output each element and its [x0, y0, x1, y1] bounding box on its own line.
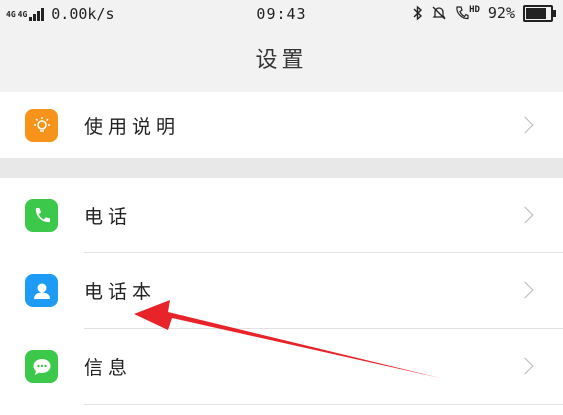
- row-label: 电话: [84, 206, 133, 228]
- row-label: 电话本: [84, 281, 157, 303]
- hd-label: HD: [469, 5, 480, 15]
- row-label: 信息: [84, 357, 133, 379]
- row-phone[interactable]: 电话: [0, 178, 563, 253]
- row-instructions[interactable]: 使用说明: [0, 88, 563, 163]
- chevron-right-icon: [516, 281, 534, 299]
- settings-group-apps: 电话 电话本 信息: [0, 178, 563, 415]
- status-bar: 4G 4G 0.00k/s 09:43 HD 92%: [0, 0, 563, 30]
- chevron-right-icon: [516, 116, 534, 134]
- status-right: HD 92%: [413, 4, 556, 22]
- lightbulb-icon: [25, 109, 58, 142]
- battery-percent: 92%: [487, 4, 515, 22]
- hd-call-icon: HD: [455, 5, 480, 21]
- phone-icon: [25, 199, 58, 232]
- row-label: 使用说明: [84, 116, 181, 138]
- row-messages[interactable]: 信息: [0, 329, 563, 404]
- page-title: 设置: [255, 48, 308, 73]
- bell-muted-icon: [432, 6, 446, 20]
- settings-group-help: 使用说明: [0, 92, 563, 158]
- bluetooth-icon: [413, 5, 423, 21]
- row-divider: [84, 404, 563, 405]
- message-icon: [25, 350, 58, 383]
- section-separator: [0, 158, 563, 178]
- row-contacts[interactable]: 电话本: [0, 253, 563, 328]
- battery-icon: [523, 4, 556, 22]
- phone-hd-icon: [456, 6, 469, 20]
- contact-icon: [25, 274, 58, 307]
- chevron-right-icon: [516, 357, 534, 375]
- chevron-right-icon: [516, 206, 534, 224]
